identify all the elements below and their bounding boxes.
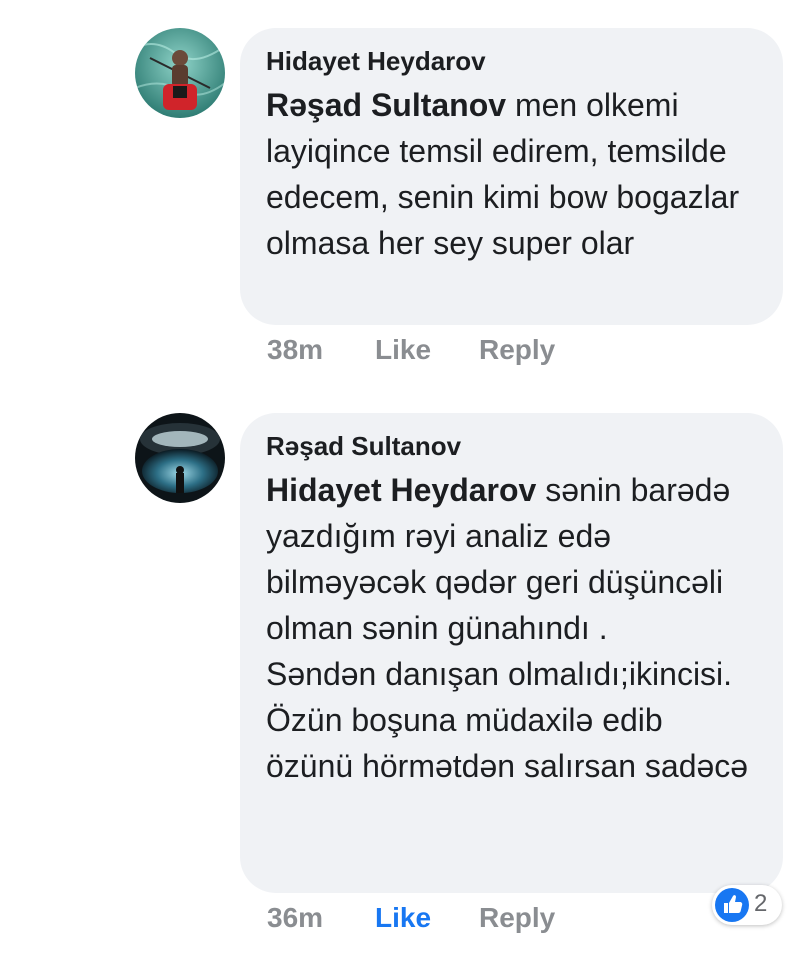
comment-text: Hidayet Heydarov sənin barədə yazdığım r… (266, 467, 757, 789)
comment-bubble: Rəşad Sultanov Hidayet Heydarov sənin ba… (240, 413, 783, 893)
avatar-resad-sultanov[interactable] (135, 413, 225, 503)
comment-author[interactable]: Rəşad Sultanov (266, 429, 757, 463)
reaction-summary[interactable]: 2 (712, 885, 782, 925)
comment-body: sənin barədə yazdığım rəyi analiz edə bi… (266, 472, 749, 784)
mention-link[interactable]: Hidayet Heydarov (266, 472, 536, 508)
comment-2: Rəşad Sultanov Hidayet Heydarov sənin ba… (0, 0, 810, 960)
reply-button[interactable]: Reply (479, 902, 555, 934)
like-button-active[interactable]: Like (375, 902, 431, 934)
timestamp[interactable]: 36m (267, 902, 323, 934)
avatar-image (135, 413, 225, 503)
reaction-count: 2 (754, 890, 768, 917)
thumbs-up-icon (715, 888, 749, 922)
